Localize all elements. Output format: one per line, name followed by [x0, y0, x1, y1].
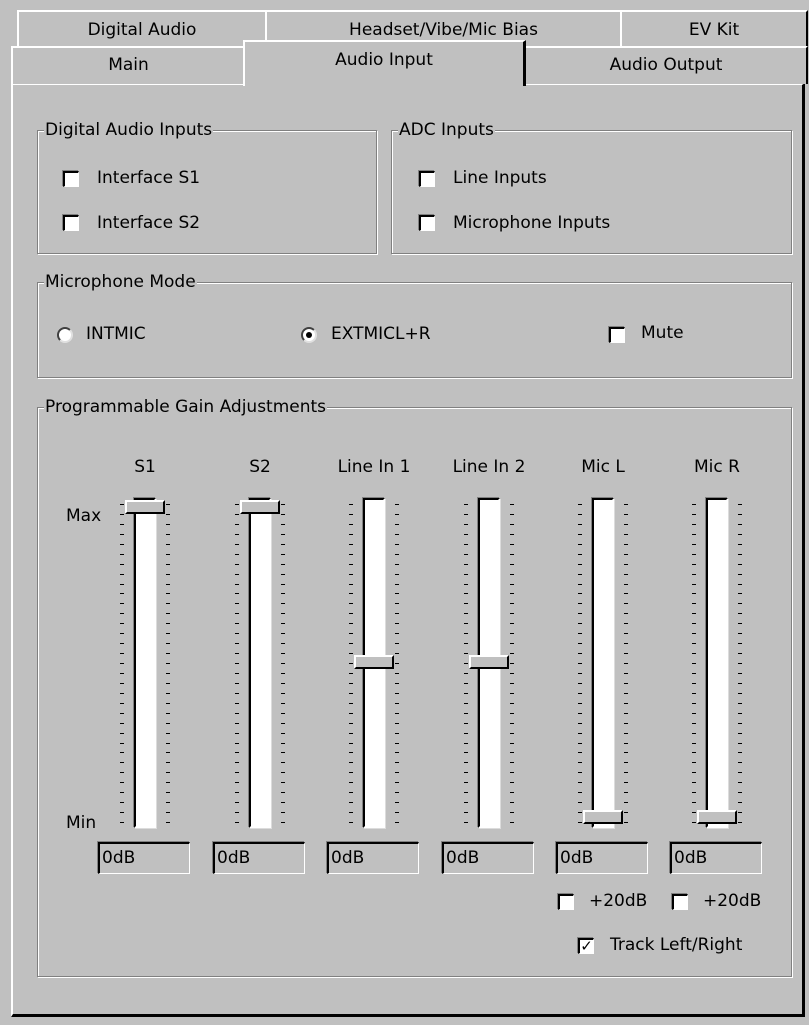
boost-20db-label[interactable]: +20dB [589, 890, 647, 912]
digital-audio-inputs-group: Digital Audio Inputs Interface S1 Interf… [37, 119, 377, 254]
tab-label: Headset/Vibe/Mic Bias [349, 20, 538, 40]
group-title: Digital Audio Inputs [44, 119, 214, 141]
channel-label: Line In 2 [452, 457, 526, 477]
channel-label: S2 [249, 457, 271, 477]
track-left-right-checkbox[interactable]: ✓ [578, 938, 594, 954]
tick-marks-left [349, 504, 353, 823]
line-inputs-label[interactable]: Line Inputs [453, 167, 547, 189]
microphone-inputs-checkbox[interactable] [419, 215, 435, 231]
tick-marks-left [235, 504, 239, 823]
gain-slider-track[interactable] [249, 498, 271, 828]
tick-marks-right [738, 504, 742, 823]
interface-s2-checkbox[interactable] [63, 215, 79, 231]
gain-slider-track[interactable] [706, 498, 728, 828]
min-label: Min [66, 813, 97, 833]
extmic-radio[interactable] [301, 327, 317, 343]
interface-s2-label[interactable]: Interface S2 [97, 212, 200, 234]
interface-s1-checkbox[interactable] [63, 171, 79, 187]
tab-label: Digital Audio [87, 20, 197, 40]
tab-audio-output[interactable]: Audio Output [524, 46, 808, 84]
tab-ev-kit[interactable]: EV Kit [620, 10, 808, 46]
gain-slider-track[interactable] [134, 498, 156, 828]
gain-slider-thumb[interactable] [125, 500, 165, 514]
gain-slider-thumb[interactable] [469, 655, 509, 669]
gain-slider-thumb[interactable] [354, 655, 394, 669]
max-label: Max [66, 506, 102, 526]
gain-value-field[interactable]: 0dB [327, 842, 419, 874]
gain-slider-track[interactable] [592, 498, 614, 828]
tick-marks-left [692, 504, 696, 823]
tick-marks-right [166, 504, 170, 823]
gain-slider-thumb[interactable] [583, 810, 623, 824]
intmic-radio[interactable] [57, 327, 73, 343]
track-left-right-label[interactable]: Track Left/Right [610, 934, 742, 956]
channel-label: Mic R [694, 457, 740, 477]
boost-20db-checkbox[interactable] [672, 894, 688, 910]
check-mark: ✓ [580, 937, 593, 955]
channel-label: S1 [134, 457, 156, 477]
extmic-label[interactable]: EXTMICL+R [331, 323, 431, 345]
line-inputs-checkbox[interactable] [419, 171, 435, 187]
tab-label: Main [108, 55, 149, 75]
microphone-inputs-label[interactable]: Microphone Inputs [453, 212, 610, 234]
group-title: Microphone Mode [44, 271, 197, 293]
adc-inputs-group: ADC Inputs Line Inputs Microphone Inputs [391, 119, 792, 254]
tick-marks-left [578, 504, 582, 823]
gain-value-field[interactable]: 0dB [442, 842, 534, 874]
radio-dot [306, 332, 312, 338]
gain-slider-thumb[interactable] [240, 500, 280, 514]
tick-marks-right [281, 504, 285, 823]
tick-marks-left [120, 504, 124, 823]
microphone-mode-group: Microphone Mode INTMIC EXTMICL+R Mute [37, 271, 792, 378]
group-title: Programmable Gain Adjustments [44, 396, 328, 418]
tab-audio-input[interactable]: Audio Input [243, 40, 526, 86]
tab-label: Audio Input [335, 50, 433, 70]
tab-main[interactable]: Main [11, 46, 246, 84]
gain-slider-thumb[interactable] [697, 810, 737, 824]
tab-label: Audio Output [609, 55, 723, 75]
tab-digital-audio[interactable]: Digital Audio [17, 10, 267, 46]
gain-value-field[interactable]: 0dB [556, 842, 648, 874]
tab-label: EV Kit [688, 20, 740, 40]
gain-value-field[interactable]: 0dB [670, 842, 762, 874]
gain-value-field[interactable]: 0dB [213, 842, 305, 874]
tick-marks-left [464, 504, 468, 823]
tick-marks-right [510, 504, 514, 823]
channel-label: Mic L [581, 457, 625, 477]
tick-marks-right [395, 504, 399, 823]
tick-marks-right [624, 504, 628, 823]
boost-20db-checkbox[interactable] [558, 894, 574, 910]
group-title: ADC Inputs [398, 119, 495, 141]
mute-label[interactable]: Mute [641, 322, 684, 344]
intmic-label[interactable]: INTMIC [86, 323, 146, 345]
mute-checkbox[interactable] [609, 327, 625, 343]
channel-label: Line In 1 [337, 457, 411, 477]
gain-value-field[interactable]: 0dB [98, 842, 190, 874]
interface-s1-label[interactable]: Interface S1 [97, 167, 200, 189]
boost-20db-label[interactable]: +20dB [703, 890, 761, 912]
